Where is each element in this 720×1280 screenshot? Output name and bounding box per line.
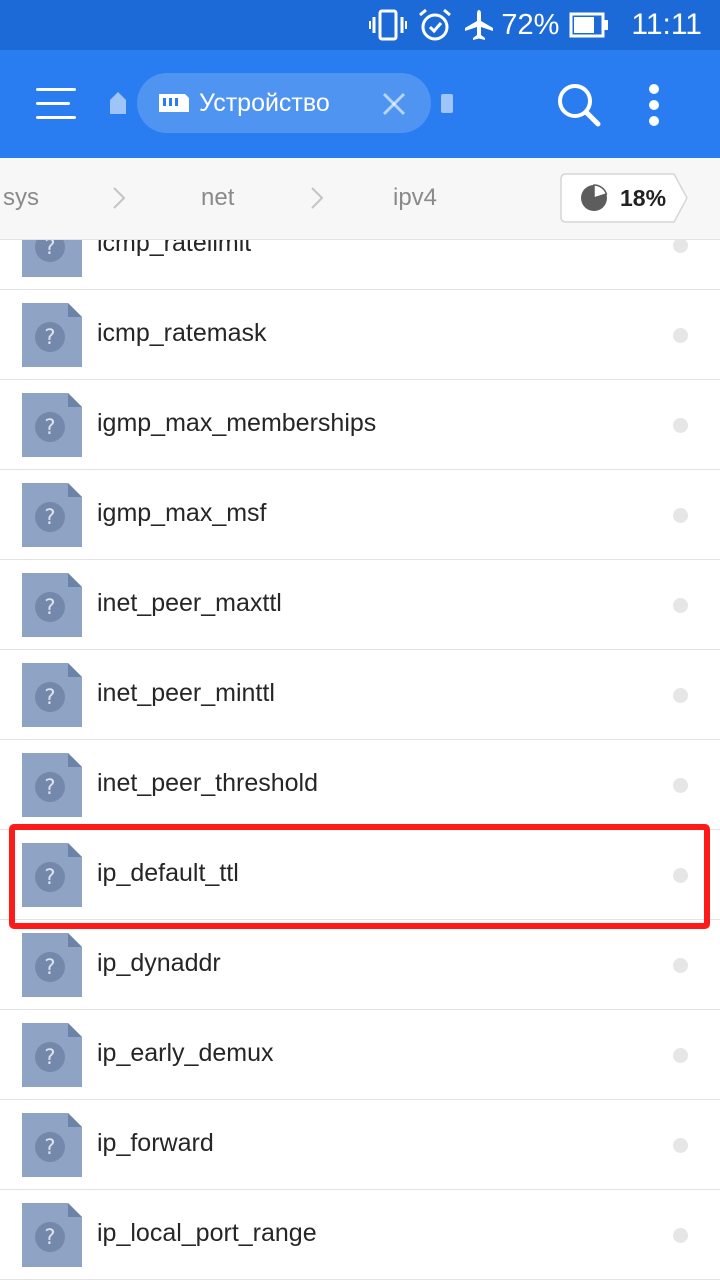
hamburger-menu-icon[interactable] [28,82,84,126]
storage-usage-chip[interactable]: 18% [560,173,688,223]
file-name: ip_early_demux [97,1039,274,1067]
breadcrumb-item-net[interactable]: net [201,184,234,212]
file-name: igmp_max_memberships [97,409,377,437]
svg-text:?: ? [44,240,55,259]
file-name: inet_peer_minttl [97,679,275,707]
svg-text:?: ? [44,505,55,529]
storage-pie-icon [581,184,608,211]
file-list: ? icmp_ratelimit ? icmp_ratemask ? igmp_… [0,240,720,1280]
unknown-file-icon: ? [22,573,82,637]
status-bar: 72% 11:11 [0,0,720,50]
home-tab-icon[interactable] [110,90,126,114]
more-vertical-icon[interactable] [636,78,672,130]
svg-text:?: ? [44,325,55,349]
alarm-icon [417,8,453,42]
file-row-ip-forward[interactable]: ? ip_forward [0,1100,720,1190]
file-row-icmp-ratemask[interactable]: ? icmp_ratemask [0,290,720,380]
svg-text:?: ? [44,775,55,799]
file-name: igmp_max_msf [97,499,267,527]
row-select-indicator[interactable] [673,958,688,973]
breadcrumb-item-ipv4[interactable]: ipv4 [393,184,437,212]
row-select-indicator[interactable] [673,328,688,343]
file-row-igmp-max-memberships[interactable]: ? igmp_max_memberships [0,380,720,470]
file-row-icmp-ratelimit[interactable]: ? icmp_ratelimit [0,240,720,290]
file-row-igmp-max-msf[interactable]: ? igmp_max_msf [0,470,720,560]
svg-text:?: ? [44,415,55,439]
svg-text:?: ? [44,1225,55,1249]
row-select-indicator[interactable] [673,1228,688,1243]
app-toolbar: Устройство [0,50,720,158]
unknown-file-icon: ? [22,1113,82,1177]
unknown-file-icon: ? [22,240,82,277]
file-name: ip_default_ttl [97,859,239,887]
airplane-mode-icon [463,8,495,42]
svg-text:?: ? [44,865,55,889]
svg-text:?: ? [44,1045,55,1069]
file-row-ip-dynaddr[interactable]: ? ip_dynaddr [0,920,720,1010]
breadcrumb-item-sys[interactable]: sys [3,184,39,212]
next-tab-edge[interactable] [441,94,453,113]
file-row-ip-local-port-range[interactable]: ? ip_local_port_range [0,1190,720,1280]
tab-label: Устройство [199,88,330,117]
row-select-indicator[interactable] [673,240,688,253]
unknown-file-icon: ? [22,663,82,727]
row-select-indicator[interactable] [673,418,688,433]
svg-text:?: ? [44,685,55,709]
file-row-inet-peer-threshold[interactable]: ? inet_peer_threshold [0,740,720,830]
file-name: icmp_ratemask [97,319,267,347]
file-row-inet-peer-minttl[interactable]: ? inet_peer_minttl [0,650,720,740]
svg-text:?: ? [44,595,55,619]
file-row-ip-default-ttl[interactable]: ? ip_default_ttl [0,830,720,920]
row-select-indicator[interactable] [673,688,688,703]
file-name: ip_local_port_range [97,1219,317,1247]
svg-text:?: ? [44,955,55,979]
unknown-file-icon: ? [22,1203,82,1267]
unknown-file-icon: ? [22,843,82,907]
unknown-file-icon: ? [22,933,82,997]
unknown-file-icon: ? [22,483,82,547]
svg-text:?: ? [44,1135,55,1159]
tab-device[interactable]: Устройство [137,73,431,133]
row-select-indicator[interactable] [673,1048,688,1063]
chevron-right-icon [113,187,126,209]
battery-percentage: 72% [501,8,560,41]
file-name: ip_dynaddr [97,949,221,977]
unknown-file-icon: ? [22,393,82,457]
breadcrumb: sys net ipv4 18% [0,158,720,240]
file-name: icmp_ratelimit [97,240,252,257]
vibrate-icon [369,8,408,42]
row-select-indicator[interactable] [673,598,688,613]
row-select-indicator[interactable] [673,508,688,523]
row-select-indicator[interactable] [673,1138,688,1153]
row-select-indicator[interactable] [673,778,688,793]
file-name: inet_peer_maxttl [97,589,282,617]
clock: 11:11 [631,8,702,41]
storage-percentage: 18% [620,185,667,211]
close-tab-icon[interactable] [381,91,407,117]
file-name: ip_forward [97,1129,214,1157]
unknown-file-icon: ? [22,753,82,817]
file-row-inet-peer-maxttl[interactable]: ? inet_peer_maxttl [0,560,720,650]
chevron-right-icon [311,187,324,209]
file-row-ip-early-demux[interactable]: ? ip_early_demux [0,1010,720,1100]
unknown-file-icon: ? [22,1023,82,1087]
search-icon[interactable] [554,80,602,128]
sd-card-icon [159,92,189,114]
file-name: inet_peer_threshold [97,769,318,797]
unknown-file-icon: ? [22,303,82,367]
battery-icon [569,12,609,38]
row-select-indicator[interactable] [673,868,688,883]
